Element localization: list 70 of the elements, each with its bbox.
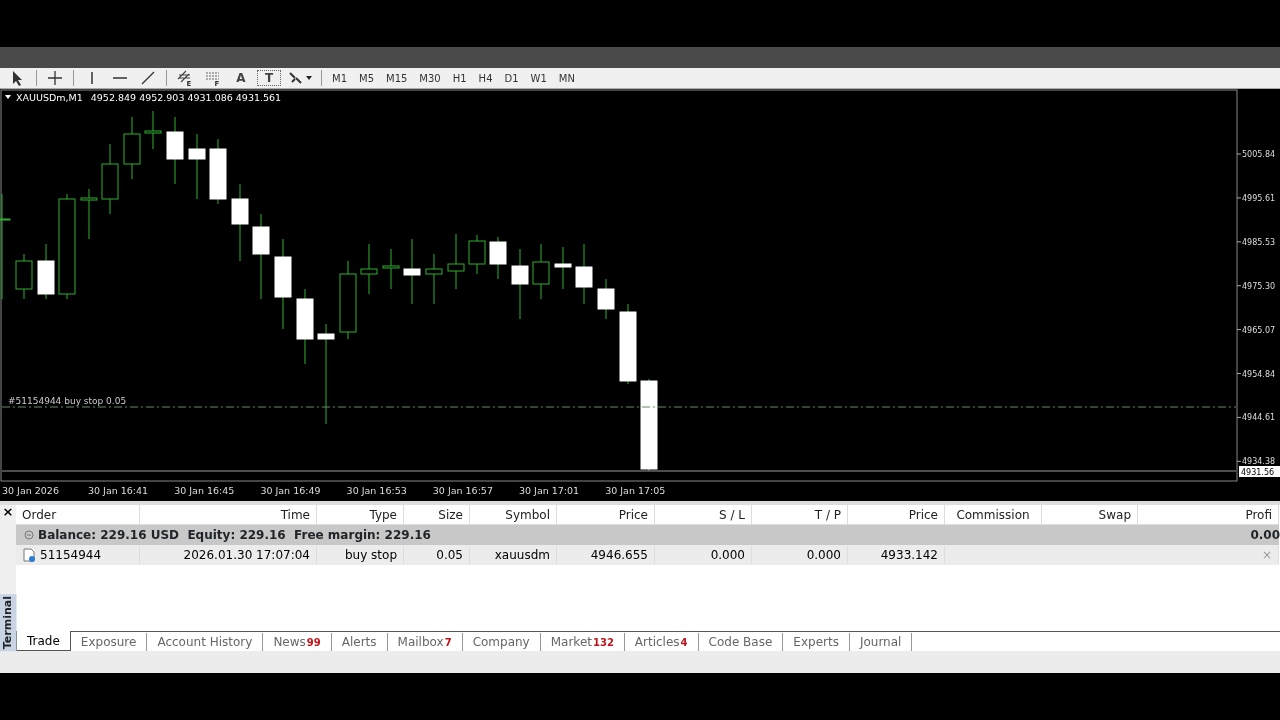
candle [188,133,206,200]
timeframe-button[interactable]: MN [552,68,581,88]
timeframe-button[interactable]: D1 [498,68,525,88]
table-cell: 0.05 [436,548,463,562]
time-label: 30 Jan 16:45 [174,485,235,496]
order-id: 51154944 [40,547,102,564]
time-label: 30 Jan 16:53 [346,485,407,496]
table-cell: 0.000 [806,548,841,562]
candle [489,236,507,280]
candle [554,246,572,290]
info-icon [24,530,34,540]
candle [101,143,119,215]
text-tool[interactable]: A [227,68,255,88]
table-cell: 0.000 [710,548,745,562]
candle [597,278,615,320]
candle [123,116,141,180]
timeframe-button[interactable]: M5 [353,68,380,88]
price-label: 4934.38 [1242,457,1276,467]
candle [360,243,378,295]
time-label: 30 Jan 16:41 [88,485,149,496]
time-label: 30 Jan 17:01 [519,485,580,496]
candle [166,116,184,185]
candle [15,253,33,300]
timeframe-button[interactable]: H1 [446,68,473,88]
price-label: 4985.53 [1242,237,1276,247]
candle [144,110,162,150]
order-label: #51154944 buy stop 0.05 [8,396,127,406]
terminal-tab[interactable]: Trade [16,631,71,651]
timeframe-button[interactable]: W1 [524,68,553,88]
candle [425,253,443,305]
candle [382,248,400,290]
price-label: 4944.61 [1242,413,1276,423]
candle [532,243,550,300]
balance-summary: Balance: 229.16 USD Equity: 229.16 Free margin: 229.16 [38,527,431,544]
timeframe-button[interactable]: M30 [413,68,447,88]
price-label: 4965.07 [1242,325,1276,335]
profit-total: 0.00 [1249,527,1280,544]
ohlc-values: 4952.849 4952.903 4931.086 4931.561 [90,92,282,103]
timeframe-button[interactable]: M1 [326,68,353,88]
time-label: 30 Jan 17:05 [605,485,666,496]
table-cell: 2026.01.30 17:07:04 [183,548,310,562]
close-button[interactable]: × [2,505,14,518]
table-cell: 4946.655 [590,548,648,562]
table-cell: 4933.142 [880,548,938,562]
candle [403,238,421,305]
time-label: 30 Jan 16:49 [260,485,321,496]
table-cell: xauusdm [494,548,550,562]
label-tool[interactable]: T [255,68,283,88]
candle [575,243,593,305]
timeframe-button[interactable]: M15 [380,68,414,88]
bid-price-tag: 4931.56 [1239,466,1280,477]
price-label: 4954.84 [1242,369,1276,379]
candle [80,188,98,240]
price-label: 4995.61 [1242,193,1276,203]
candle [468,234,486,275]
price-label: 5005.84 [1242,150,1276,159]
panel-label: Terminal [0,593,17,651]
table-cell: buy stop [344,548,397,562]
candle [209,138,227,205]
order-row[interactable]: 51154944 2026.01.30 17:07:04 buy stop 0.05 xauusdm 4946.655 0.000 0.000 4933.142 × [16,545,1279,565]
candle [37,243,55,300]
candle [511,248,529,320]
time-label: 30 Jan 16:57 [432,485,493,496]
chart-title: XAUUSDm,M1 [16,92,83,103]
timeframe-button[interactable]: H4 [472,68,499,88]
time-label: 30 Jan 2026 [2,485,59,496]
candle [447,233,465,290]
collapse-icon[interactable] [5,95,11,99]
price-label: 4975.30 [1242,281,1276,291]
pending-order-icon [22,548,36,562]
